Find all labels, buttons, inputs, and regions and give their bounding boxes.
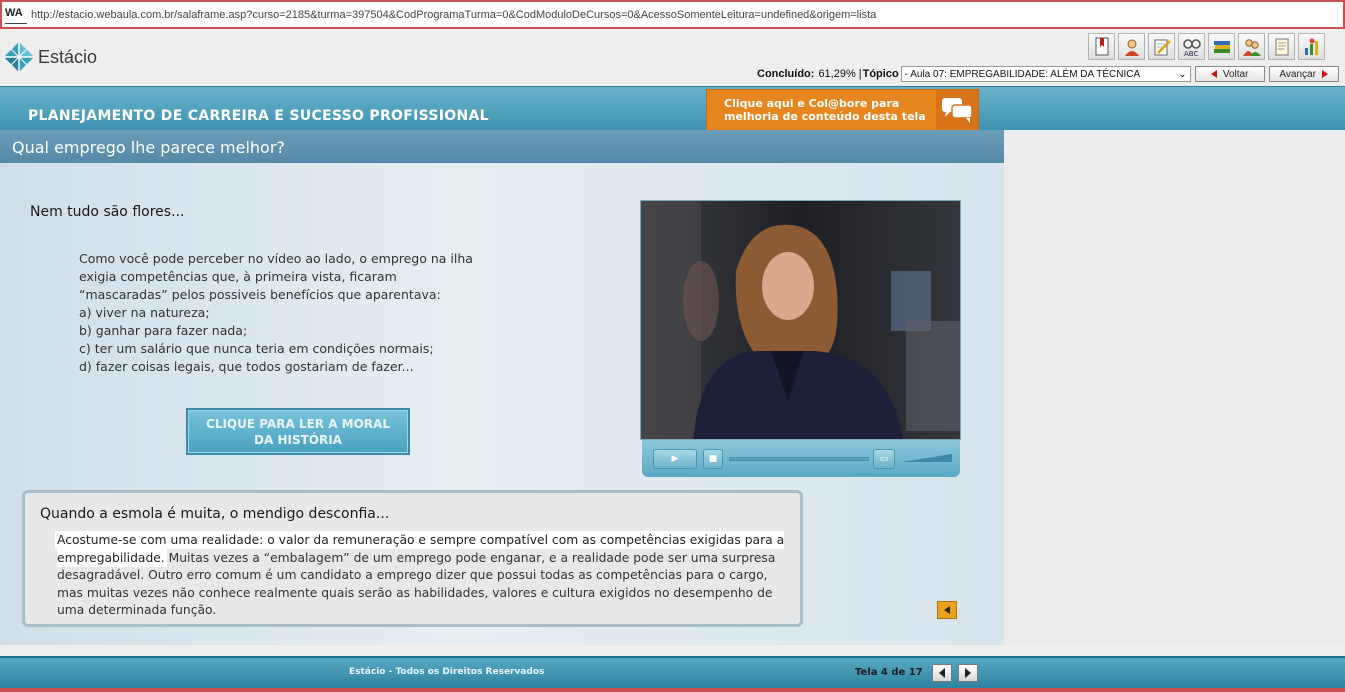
page-title: Qual emprego lhe parece melhor? (12, 138, 285, 157)
arrow-left-icon (1210, 70, 1217, 78)
progress-row: Concluído: 61,29% | Tópico - Aula 07: EM… (757, 66, 1339, 82)
next-button[interactable]: Avançar (1268, 66, 1339, 82)
chart-icon[interactable] (1298, 33, 1325, 60)
arrow-left-icon (939, 668, 945, 678)
logo-mark-icon (4, 42, 34, 72)
fullscreen-button[interactable]: ▭ (873, 449, 895, 469)
url-text[interactable]: http://estacio.webaula.com.br/salaframe.… (31, 9, 876, 21)
collaborate-text: Clique aqui e Col@bore para melhoria de … (724, 97, 926, 123)
volume-slider[interactable] (902, 454, 952, 462)
document-icon[interactable] (1268, 33, 1295, 60)
video-player[interactable] (640, 200, 961, 440)
estacio-logo[interactable]: Estácio (3, 41, 97, 73)
window-border (0, 688, 1345, 692)
next-button-label: Avançar (1279, 68, 1316, 80)
page-header: Qual emprego lhe parece melhor? (0, 130, 1004, 163)
back-button-label: Voltar (1222, 68, 1249, 80)
video-frame (641, 201, 960, 439)
books-icon[interactable] (1208, 33, 1235, 60)
page-indicator: Tela 4 de 17 (855, 667, 923, 678)
content-area: Qual emprego lhe parece melhor? Nem tudo… (0, 130, 1004, 645)
course-title: PLANEJAMENTO DE CARREIRA E SUCESSO PROFI… (28, 108, 489, 124)
user-support-icon[interactable] (1118, 33, 1145, 60)
svg-text:ABC: ABC (1184, 50, 1198, 57)
video-controls: ▶ ■ ▭ (642, 440, 960, 477)
logo-text: Estácio (38, 46, 98, 67)
footer: Estácio - Todos os Direitos Reservados T… (0, 656, 1345, 688)
stop-button[interactable]: ■ (703, 449, 723, 469)
collapse-button[interactable] (937, 601, 957, 619)
play-icon: ▶ (671, 454, 679, 464)
copyright: Estácio - Todos os Direitos Reservados (349, 667, 545, 677)
fullscreen-icon: ▭ (879, 454, 889, 464)
site-icon: WA (5, 6, 27, 24)
collaborate-button[interactable]: Clique aqui e Col@bore para melhoria de … (706, 89, 979, 131)
intro-paragraph: Como você pode perceber no vídeo ao lado… (79, 251, 473, 374)
topic-select[interactable]: - Aula 07: EMPREGABILIDADE: ALÉM DA TÉCN… (900, 66, 1191, 82)
arrow-right-icon (1321, 70, 1328, 78)
progress-value: 61,29% (818, 68, 856, 80)
topic-selected-value: - Aula 07: EMPREGABILIDADE: ALÉM DA TÉCN… (904, 68, 1141, 80)
arrow-right-icon (965, 668, 971, 678)
moral-title: Quando a esmola é muita, o mendigo desco… (40, 506, 390, 522)
moral-box: Quando a esmola é muita, o mendigo desco… (22, 490, 803, 627)
next-page-button[interactable] (958, 664, 978, 682)
moral-rest: Muitas vezes a “embalagem” de um emprego… (57, 550, 776, 618)
topic-label: Tópico (862, 68, 899, 80)
moral-text: Acostume-se com uma realidade: o valor d… (57, 532, 787, 620)
header: Estácio ABC Concluído: 61,29% | Tópico -… (0, 29, 1345, 86)
read-moral-button[interactable]: CLIQUE PARA LER A MORAL DA HISTÓRIA (186, 408, 410, 455)
stop-icon: ■ (708, 454, 718, 464)
chevron-down-icon: ⌄ (1178, 68, 1187, 80)
spellcheck-icon[interactable]: ABC (1178, 33, 1205, 60)
bookmark-icon[interactable] (1088, 33, 1115, 60)
back-button[interactable]: Voltar (1194, 66, 1265, 82)
address-bar[interactable]: WA http://estacio.webaula.com.br/salafra… (0, 0, 1345, 29)
arrow-left-icon (944, 606, 950, 614)
course-banner: PLANEJAMENTO DE CARREIRA E SUCESSO PROFI… (0, 86, 1345, 131)
section-subheading: Nem tudo são flores... (30, 204, 185, 220)
notepad-icon[interactable] (1148, 33, 1175, 60)
right-pane (1004, 130, 1345, 645)
prev-page-button[interactable] (932, 664, 952, 682)
users-icon[interactable] (1238, 33, 1265, 60)
play-button[interactable]: ▶ (653, 449, 697, 469)
chat-bubble-icon (936, 90, 978, 130)
progress-label: Concluído: (757, 68, 815, 80)
toolbar: ABC (1088, 33, 1325, 60)
seek-bar[interactable] (729, 457, 869, 461)
